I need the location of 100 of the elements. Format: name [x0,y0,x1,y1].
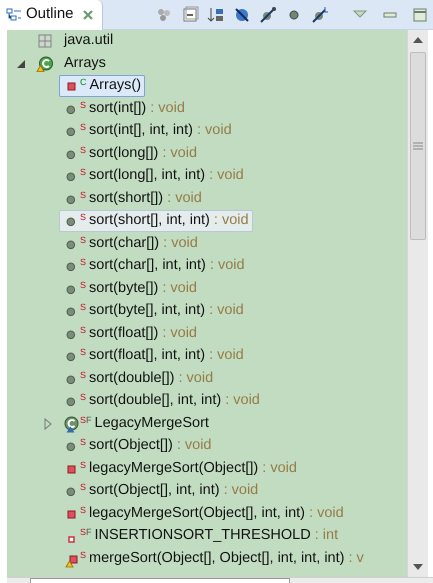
tree-item-label: sort(Object[]) : void [89,436,212,456]
tree-item[interactable]: S sort(int[]) : void [59,98,189,120]
scroll-thumb[interactable] [410,52,426,240]
dot-icon [66,217,76,228]
dot-icon [66,397,76,408]
tree-item[interactable]: S sort(long[], int, int) : void [59,165,248,188]
tree-item[interactable]: Arrays [33,52,110,75]
tree-item-label: sort(char[]) : void [89,234,198,253]
tree-item-label: sort(int[]) : void [89,98,185,118]
tree-item[interactable]: S sort(short[]) : void [59,188,206,210]
modifier-mark: S [80,168,86,178]
modifier-mark: S [80,348,86,358]
tree-item-label: sort(float[], int, int) : void [89,346,244,366]
modifier-mark: S [80,326,86,335]
modifier-mark: S [80,236,86,245]
tree-item[interactable]: S sort(Object[], int, int) : void [59,480,262,502]
tree-item[interactable]: java.util [33,30,118,52]
tree-item-label: sort(float[]) : void [89,324,197,343]
modifier-mark: S [80,506,86,515]
tree-item[interactable]: S sort(char[], int, int) : void [59,255,249,278]
tree-item[interactable]: S sort(byte[], int, int) : void [59,300,248,322]
tree-item-label: sort(long[], int, int) : void [89,166,244,186]
dot-icon [66,307,76,318]
tree-item[interactable]: S sort(float[], int, int) : void [59,345,248,368]
dot-icon [66,172,76,182]
tree-item-label: sort(double[]) : void [89,368,214,388]
dot-icon [66,352,76,362]
modifier-mark: S [80,123,86,132]
dot-icon [66,374,76,385]
tree-item[interactable]: S sort(int[], int, int) : void [59,120,236,142]
tree-item[interactable]: S mergeSort(Object[], Object[], int, int, int) : v [59,548,368,570]
dot-icon [66,262,76,272]
close-icon[interactable] [82,8,94,20]
outline-icon [6,6,22,22]
crossed-ball-icon[interactable] [259,6,277,24]
crossed-ball-icon[interactable] [311,6,329,24]
tree-item-label: sort(int[], int, int) : void [89,121,232,140]
tree-item-label: sort(short[], int, int) : void [89,211,249,230]
dot-icon [66,194,76,205]
modifier-mark: S [80,550,86,560]
tree-item-label: LegacyMergeSort [94,414,209,433]
modifier-mark: S [80,280,86,290]
tree-item[interactable]: S sort(char[]) : void [59,232,202,255]
tree-item[interactable]: SF INSERTIONSORT_THRESHOLD : int [59,525,342,548]
modifier-mark: S [80,438,86,448]
dot-icon [66,104,76,115]
tree-item[interactable]: SF LegacyMergeSort [59,412,213,435]
modifier-mark: S [80,146,86,155]
tree-item-label: sort(byte[], int, int) : void [89,301,244,320]
dot-icon [66,487,76,498]
tree-item-label: java.util [64,31,114,50]
crossed-ball-icon[interactable] [233,6,251,24]
modifier-mark: S [80,303,86,312]
tree-item[interactable]: S legacyMergeSort(Object[]) : void [59,458,301,480]
dot-icon [66,240,76,250]
collapse-all-icon[interactable] [181,6,199,24]
tree-item[interactable]: C Arrays() [59,75,146,98]
scrollbar[interactable] [407,30,428,577]
class-icon [64,416,78,434]
tree-item[interactable]: S sort(double[], int, int) : void [59,390,264,412]
tree-item[interactable]: S sort(double[]) : void [59,368,218,390]
tree-item[interactable]: S sort(Object[]) : void [59,435,216,458]
tree-item-label: mergeSort(Object[], Object[], int, int, int) : v [89,548,364,568]
square-icon [66,82,76,92]
tree-item-label: Arrays() [90,76,142,96]
tree-item-label: sort(short[]) : void [89,188,202,208]
tree-item-label: sort(Object[], int, int) : void [89,481,258,500]
modifier-mark: S [80,100,86,110]
square-icon [66,464,76,474]
tree-item-label: sort(long[]) : void [89,144,198,163]
dot-icon [66,330,76,340]
modifier-mark: SF [80,416,92,425]
dot-icon [66,442,76,452]
square-icon [66,510,76,519]
sort-icon[interactable] [207,6,225,24]
dot-icon [66,150,76,160]
tree-item-label: sort(double[], int, int) : void [89,391,260,410]
tree-item-label: INSERTIONSORT_THRESHOLD : int [94,526,338,546]
scroll-down-icon[interactable] [413,564,423,570]
modifier-mark: S [80,213,86,222]
horizontal-scrollbar[interactable] [7,577,433,583]
dot-icon [66,127,76,138]
tree-item[interactable]: S sort(long[]) : void [59,142,202,165]
tree-item-label: sort(char[], int, int) : void [89,256,245,276]
grip-icon [413,142,423,150]
tree-item[interactable]: S sort(short[], int, int) : void [59,210,253,232]
outline-tab[interactable]: Outline [0,0,103,30]
modifier-mark: SF [80,528,92,538]
scroll-up-icon[interactable] [413,37,423,43]
tree-item-label: legacyMergeSort(Object[], int, int) : void [89,504,344,523]
maximize-icon[interactable] [411,6,429,24]
tree-item[interactable]: S sort(byte[]) : void [59,278,201,300]
square-icon [68,536,74,544]
imports-icon [38,34,52,48]
tree-item-label: sort(byte[]) : void [89,278,197,298]
tree-item[interactable]: S sort(float[]) : void [59,322,201,345]
modifier-mark: C [80,78,86,88]
modifier-mark: S [80,370,86,380]
tree-item[interactable]: S legacyMergeSort(Object[], int, int) : void [59,502,348,525]
tab-title: Outline [26,4,74,24]
